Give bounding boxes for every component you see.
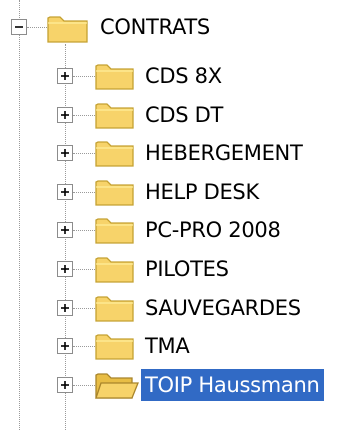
expand-toggle-icon[interactable] bbox=[57, 377, 73, 393]
tree-connector bbox=[27, 27, 49, 28]
tree-guide-line bbox=[19, 0, 20, 430]
tree-item-label[interactable]: TMA bbox=[141, 330, 193, 362]
tree-connector bbox=[73, 230, 95, 231]
tree-connector bbox=[73, 153, 95, 154]
tree-connector bbox=[73, 269, 95, 270]
folder-icon bbox=[95, 177, 135, 211]
collapse-toggle-icon[interactable] bbox=[11, 19, 27, 35]
folder-icon bbox=[95, 61, 135, 95]
tree-connector bbox=[73, 385, 95, 386]
expand-toggle-icon[interactable] bbox=[57, 300, 73, 316]
tree-connector bbox=[73, 346, 95, 347]
folder-icon bbox=[95, 100, 135, 134]
expand-toggle-icon[interactable] bbox=[57, 184, 73, 200]
tree-item-label[interactable]: TOIP Haussmann bbox=[141, 369, 324, 401]
folder-icon bbox=[95, 331, 135, 365]
tree-item-label[interactable]: HEBERGEMENT bbox=[141, 137, 307, 169]
folder-open-icon bbox=[95, 370, 139, 404]
expand-toggle-icon[interactable] bbox=[57, 222, 73, 238]
folder-icon bbox=[95, 254, 135, 288]
expand-toggle-icon[interactable] bbox=[57, 68, 73, 84]
expand-toggle-icon[interactable] bbox=[57, 338, 73, 354]
folder-icon bbox=[95, 138, 135, 172]
folder-tree: CONTRATS CDS 8X CDS DT HEBERGEMENT HELP DES… bbox=[0, 0, 359, 430]
folder-icon bbox=[95, 293, 135, 327]
tree-connector bbox=[73, 192, 95, 193]
expand-toggle-icon[interactable] bbox=[57, 145, 73, 161]
expand-toggle-icon[interactable] bbox=[57, 261, 73, 277]
tree-root-label[interactable]: CONTRATS bbox=[96, 11, 214, 43]
tree-connector bbox=[73, 115, 95, 116]
tree-item-label[interactable]: HELP DESK bbox=[141, 176, 263, 208]
folder-icon bbox=[47, 12, 89, 48]
tree-connector bbox=[73, 308, 95, 309]
tree-item-label[interactable]: PC-PRO 2008 bbox=[141, 214, 285, 246]
tree-item-label[interactable]: CDS DT bbox=[141, 99, 227, 131]
tree-item-label[interactable]: CDS 8X bbox=[141, 60, 226, 92]
tree-connector bbox=[73, 76, 95, 77]
tree-item-label[interactable]: SAUVEGARDES bbox=[141, 292, 305, 324]
folder-icon bbox=[95, 215, 135, 249]
expand-toggle-icon[interactable] bbox=[57, 107, 73, 123]
tree-item-label[interactable]: PILOTES bbox=[141, 253, 233, 285]
